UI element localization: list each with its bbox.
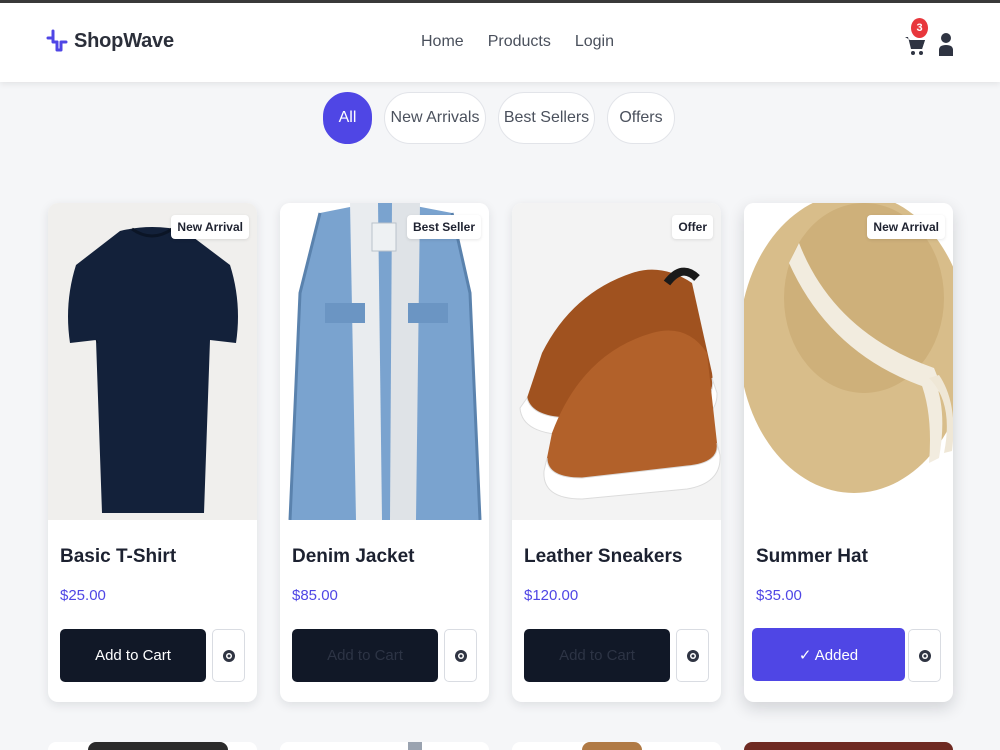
product-badge: Offer: [672, 215, 713, 239]
product-image: Best Seller: [280, 203, 489, 520]
nav-login[interactable]: Login: [575, 33, 614, 51]
add-to-cart-button[interactable]: Add to Cart: [60, 629, 206, 682]
add-to-cart-button[interactable]: Add to Cart: [524, 629, 670, 682]
product-card[interactable]: New Arrival Summer Hat $35.00 ✓ Added: [744, 203, 953, 702]
product-name: Denim Jacket: [292, 546, 415, 567]
product-image-peek: [88, 742, 228, 750]
product-card-peek: [512, 742, 721, 750]
cart-count-badge: 3: [911, 18, 928, 38]
navbar: ShopWave Home Products Login 3: [0, 3, 1000, 82]
quick-view-button[interactable]: [676, 629, 709, 682]
filter-offers[interactable]: Offers: [607, 92, 675, 144]
filter-bar: All New Arrivals Best Sellers Offers: [323, 92, 675, 144]
add-to-cart-button[interactable]: Add to Cart: [292, 629, 438, 682]
product-card-peek: [744, 742, 953, 750]
product-card[interactable]: Offer Leather Sneakers $120.00 Add to Ca…: [512, 203, 721, 702]
eye-icon: [918, 649, 931, 662]
product-image-peek: [582, 742, 642, 750]
product-price: $35.00: [756, 587, 802, 604]
product-name: Leather Sneakers: [524, 546, 683, 567]
eye-icon: [686, 649, 699, 662]
product-badge: Best Seller: [406, 215, 481, 239]
product-card-peek: [280, 742, 489, 750]
product-image: Offer: [512, 203, 721, 520]
eye-icon: [222, 649, 235, 662]
product-price: $120.00: [524, 587, 579, 604]
main-nav: Home Products Login: [421, 33, 614, 51]
quick-view-button[interactable]: [908, 629, 941, 682]
filter-best-sellers[interactable]: Best Sellers: [498, 92, 595, 144]
product-image: New Arrival: [48, 203, 257, 520]
product-price: $85.00: [292, 587, 338, 604]
nav-products[interactable]: Products: [488, 33, 551, 51]
product-name: Basic T-Shirt: [60, 546, 177, 567]
product-badge: New Arrival: [867, 215, 945, 239]
quick-view-button[interactable]: [444, 629, 477, 682]
jacket-image: [288, 203, 482, 520]
added-to-cart-button[interactable]: ✓ Added: [752, 628, 905, 681]
product-image: New Arrival: [744, 203, 953, 520]
eye-icon: [454, 649, 467, 662]
filter-all[interactable]: All: [323, 92, 372, 144]
filter-new-arrivals[interactable]: New Arrivals: [384, 92, 486, 144]
straw-hat-image: [744, 203, 953, 493]
user-icon[interactable]: [938, 31, 954, 57]
product-card-peek: [48, 742, 257, 750]
product-card[interactable]: Best Seller Denim Jacket $85.00 Add to C…: [280, 203, 489, 702]
product-name: Summer Hat: [756, 546, 868, 567]
product-price: $25.00: [60, 587, 106, 604]
tshirt-image: [68, 227, 238, 513]
nav-home[interactable]: Home: [421, 33, 464, 51]
quick-view-button[interactable]: [212, 629, 245, 682]
sneakers-image: [519, 267, 721, 500]
product-image-peek: [408, 742, 422, 750]
logo-icon: [46, 29, 68, 52]
product-badge: New Arrival: [171, 215, 249, 239]
brand[interactable]: ShopWave: [46, 29, 174, 53]
brand-name: ShopWave: [74, 29, 174, 52]
product-card[interactable]: New Arrival Basic T-Shirt $25.00 Add to …: [48, 203, 257, 702]
